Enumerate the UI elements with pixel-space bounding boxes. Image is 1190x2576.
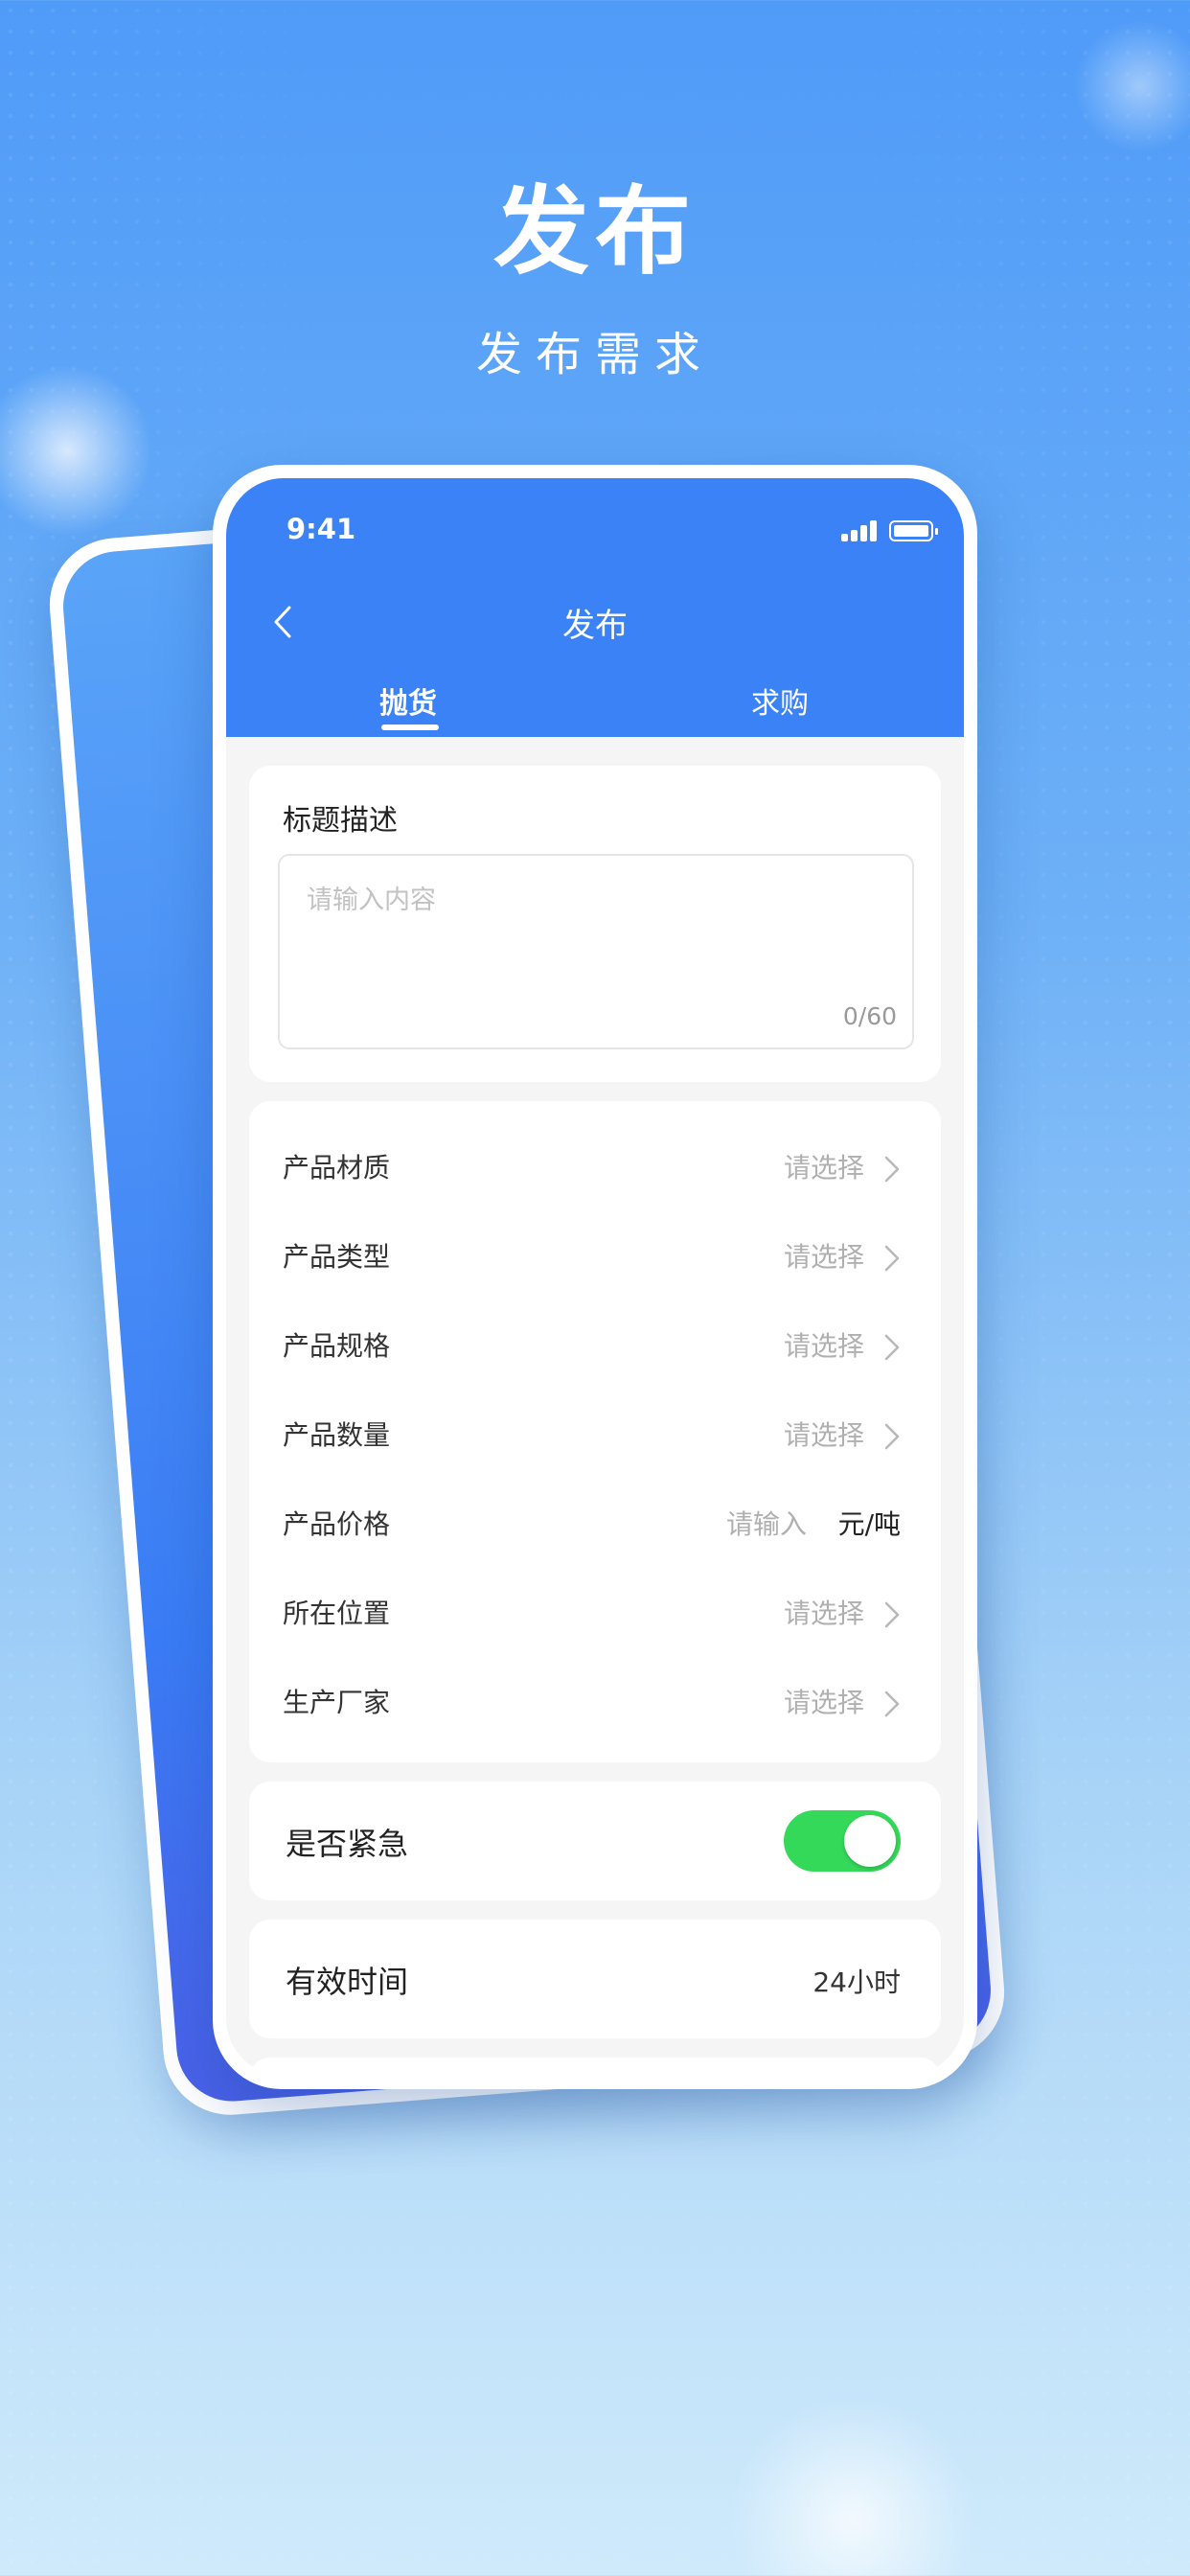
next-card (249, 2058, 941, 2076)
valid-time-card[interactable]: 有效时间 24小时 (249, 1920, 941, 2038)
active-tab-indicator (381, 724, 439, 730)
tab-dump-goods[interactable]: 抛货 (379, 679, 437, 722)
price-unit: 元/吨 (837, 1508, 901, 1540)
toggle-knob (844, 1815, 896, 1867)
row-label: 产品价格 (283, 1508, 391, 1540)
valid-time-label: 有效时间 (286, 1964, 409, 2000)
app-screen: 9:41 发布 抛货 求购 标题描述 请输入内容 0/60 产品材质 请选择 产… (226, 478, 964, 2076)
status-time: 9:41 (286, 513, 356, 545)
header-bar: 9:41 发布 抛货 求购 (226, 478, 964, 737)
product-form-card: 产品材质 请选择 产品类型 请选择 产品规格 请选择 产品数量 请选择 产品价格 (249, 1101, 941, 1762)
row-label: 所在位置 (283, 1598, 391, 1629)
phone-frame: 9:41 发布 抛货 求购 标题描述 请输入内容 0/60 产品材质 请选择 产… (213, 465, 977, 2089)
chevron-right-icon (881, 1598, 903, 1631)
chevron-right-icon (881, 1242, 903, 1275)
row-quantity[interactable]: 产品数量 请选择 (249, 1407, 941, 1464)
signal-icon (841, 520, 880, 541)
input-placeholder: 请输入内容 (307, 886, 436, 915)
title-description-input[interactable]: 请输入内容 0/60 (278, 854, 914, 1049)
battery-icon (889, 520, 938, 541)
row-value: 请选择 (783, 1419, 864, 1451)
page-title: 发布 (562, 607, 628, 645)
row-location[interactable]: 所在位置 请选择 (249, 1585, 941, 1643)
row-value: 请选择 (783, 1241, 864, 1273)
row-label: 生产厂家 (283, 1687, 391, 1718)
row-label: 产品类型 (283, 1241, 391, 1273)
row-value: 请选择 (783, 1152, 864, 1184)
tab-purchase[interactable]: 求购 (751, 679, 809, 722)
chevron-right-icon (881, 1153, 903, 1185)
row-label: 产品数量 (283, 1419, 391, 1451)
title-description-label: 标题描述 (283, 804, 398, 838)
hero-title: 发布 (493, 175, 697, 288)
char-counter: 0/60 (842, 1002, 897, 1030)
row-label: 产品规格 (283, 1330, 391, 1362)
row-spec[interactable]: 产品规格 请选择 (249, 1318, 941, 1375)
chevron-right-icon (881, 1331, 903, 1364)
row-manufacturer[interactable]: 生产厂家 请选择 (249, 1674, 941, 1732)
row-material[interactable]: 产品材质 请选择 (249, 1139, 941, 1197)
row-label: 产品材质 (283, 1152, 391, 1184)
row-value: 请选择 (783, 1687, 864, 1718)
row-price: 产品价格 请输入 元/吨 (249, 1496, 941, 1553)
chevron-right-icon (881, 1688, 903, 1720)
chevron-right-icon (881, 1420, 903, 1453)
urgent-toggle[interactable] (784, 1810, 901, 1872)
row-value: 请选择 (783, 1598, 864, 1629)
price-input[interactable]: 请输入 (726, 1504, 807, 1542)
title-description-card: 标题描述 请输入内容 0/60 (249, 766, 941, 1082)
urgent-card: 是否紧急 (249, 1782, 941, 1900)
row-value: 请选择 (783, 1330, 864, 1362)
hero-subtitle: 发布需求 (475, 328, 714, 381)
urgent-label: 是否紧急 (286, 1826, 409, 1862)
valid-time-value: 24小时 (812, 1966, 901, 1998)
row-type[interactable]: 产品类型 请选择 (249, 1229, 941, 1286)
